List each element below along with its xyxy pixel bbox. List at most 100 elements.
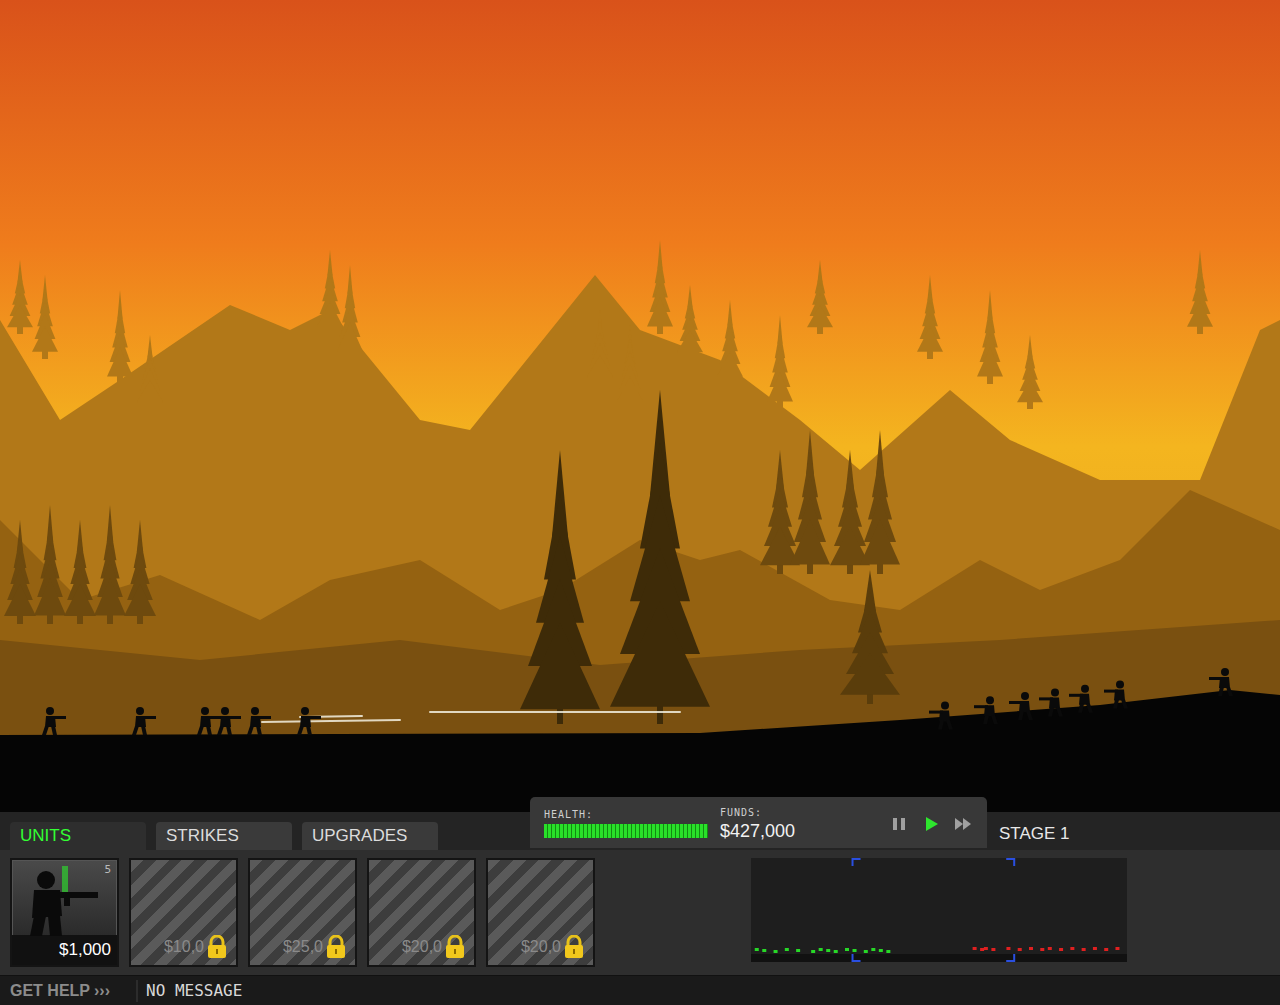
- scene: [0, 0, 1280, 812]
- friendly-soldier: [132, 707, 156, 735]
- unit-price: $10,0: [164, 935, 236, 965]
- lock-icon: [563, 935, 585, 959]
- tree: [917, 275, 943, 359]
- tracer: [430, 711, 680, 713]
- funds-value: $427,000: [720, 822, 795, 840]
- tree: [1187, 250, 1213, 334]
- enemy-dot: [1048, 947, 1052, 950]
- get-help-link[interactable]: GET HELP›››: [10, 982, 128, 1000]
- tree: [1017, 335, 1043, 409]
- tree: [64, 520, 96, 624]
- locked-unit-card[interactable]: $20,0: [486, 858, 595, 967]
- enemy-soldier: [1104, 681, 1128, 709]
- minimap[interactable]: [751, 858, 1127, 962]
- tree: [124, 520, 156, 624]
- tree: [717, 300, 743, 384]
- status-panel: HEALTH:FUNDS:$427,000: [530, 797, 987, 848]
- tree: [830, 450, 870, 574]
- tree: [107, 290, 133, 384]
- friendly-dot: [864, 950, 868, 953]
- friendly-dot: [871, 948, 875, 951]
- enemy-dot: [973, 947, 977, 950]
- lock-icon: [206, 935, 228, 959]
- unit-price: $1,000: [12, 935, 117, 965]
- enemy-dot: [1006, 947, 1010, 950]
- friendly-soldier: [247, 707, 271, 735]
- friendly-dot: [834, 950, 838, 953]
- play-button[interactable]: [921, 814, 941, 834]
- far-mountains: [0, 275, 1280, 812]
- unit-price: $20,0: [521, 935, 593, 965]
- friendly-dot: [755, 948, 759, 951]
- game-screen: UNITS STRIKES UPGRADES HEALTH:FUNDS:$427,00…: [0, 0, 1280, 1005]
- tree: [677, 285, 703, 359]
- mid-mountains: [0, 490, 1280, 812]
- friendly-soldier: [217, 707, 241, 735]
- enemy-dot: [1059, 948, 1063, 951]
- play-icon: [923, 816, 939, 832]
- tree: [617, 325, 643, 409]
- tab[interactable]: UNITS: [10, 822, 146, 850]
- friendly-dot: [796, 949, 800, 952]
- locked-unit-card[interactable]: $10,0: [129, 858, 238, 967]
- tree: [587, 310, 613, 384]
- friendly-dot: [785, 948, 789, 951]
- minimap-chart: [751, 858, 1127, 962]
- sky: [0, 0, 1280, 812]
- tree: [860, 430, 900, 574]
- soldier-icon: [24, 866, 104, 936]
- tree: [647, 240, 673, 334]
- enemy-soldier: [929, 702, 953, 730]
- tree: [337, 265, 363, 359]
- health-label: HEALTH:: [544, 809, 708, 820]
- locked-unit-card[interactable]: $20,0: [367, 858, 476, 967]
- enemy-dot: [1115, 947, 1119, 950]
- health-section: HEALTH:: [544, 809, 708, 838]
- divider: [136, 980, 138, 1002]
- tab[interactable]: STRIKES: [156, 822, 292, 850]
- tree: [94, 505, 126, 624]
- locked-unit-card[interactable]: $25,0: [248, 858, 357, 967]
- friendly-dot: [774, 950, 778, 953]
- tab[interactable]: UPGRADES: [302, 822, 438, 850]
- enemy-dot: [1018, 948, 1022, 951]
- tree: [520, 450, 600, 724]
- friendly-dot: [762, 949, 766, 952]
- lock-icon: [444, 935, 466, 959]
- enemy-dot: [1093, 947, 1097, 950]
- stage-label: STAGE 1: [999, 820, 1070, 848]
- battlefield: [0, 0, 1280, 812]
- enemy-dot: [991, 948, 995, 951]
- tree: [610, 390, 710, 724]
- tree: [767, 315, 793, 409]
- enemy-soldier: [1039, 688, 1063, 716]
- viewport-frame[interactable]: [853, 859, 1015, 961]
- fast-forward-icon: [954, 816, 972, 832]
- message-bar: GET HELP››› NO MESSAGE: [0, 975, 1280, 1005]
- hud-top-row: UNITSSTRIKESUPGRADESHEALTH:FUNDS:$427,00…: [0, 812, 1280, 850]
- message-text: NO MESSAGE: [146, 981, 242, 1000]
- unit-price: $20,0: [402, 935, 474, 965]
- pause-icon: [891, 816, 907, 832]
- lock-icon: [325, 935, 347, 959]
- enemy-soldier: [1209, 668, 1233, 696]
- pause-button[interactable]: [889, 814, 909, 834]
- ground: [0, 690, 1280, 812]
- unit-card[interactable]: 5$1,000: [10, 858, 119, 967]
- fast-forward-button[interactable]: [953, 814, 973, 834]
- friendly-dot: [826, 949, 830, 952]
- enemy-soldier: [1069, 685, 1093, 713]
- friendly-dot: [819, 948, 823, 951]
- enemy-soldier: [1009, 692, 1033, 720]
- friendly-dot: [879, 949, 883, 952]
- cards-row: 5$1,000 $10,0 $25,0 $20,0 $20,0: [0, 850, 1280, 975]
- tree: [34, 505, 66, 624]
- speed-controls: [889, 814, 973, 834]
- tree: [317, 250, 343, 334]
- enemy-dot: [1029, 947, 1033, 950]
- unit-price: $25,0: [283, 935, 355, 965]
- tree: [32, 275, 58, 359]
- friendly-soldier: [197, 707, 221, 735]
- enemy-dot: [980, 948, 984, 951]
- enemy-dot: [1040, 948, 1044, 951]
